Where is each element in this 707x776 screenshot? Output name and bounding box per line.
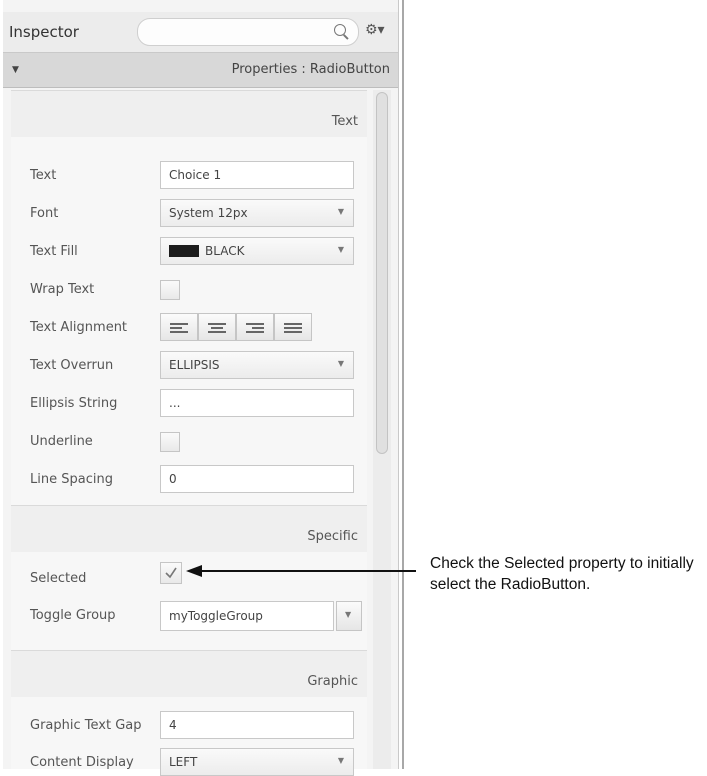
font-label: Font (30, 206, 59, 221)
wrap-text-label: Wrap Text (30, 282, 95, 297)
panel-divider[interactable] (402, 0, 404, 769)
text-overrun-combo[interactable]: ELLIPSIS ▼ (160, 351, 354, 379)
inspector-title: Inspector (9, 23, 79, 41)
ellipsis-string-label: Ellipsis String (30, 396, 118, 411)
text-fill-combo[interactable]: BLACK ▼ (160, 237, 354, 265)
collapse-triangle-icon[interactable]: ▼ (12, 65, 19, 75)
text-overrun-label: Text Overrun (30, 358, 114, 373)
text-alignment-group (160, 313, 314, 341)
line-spacing-label: Line Spacing (30, 472, 113, 487)
text-fill-label: Text Fill (30, 244, 78, 259)
section-text-label: Text (331, 114, 358, 129)
align-left-icon (170, 322, 190, 334)
search-input[interactable] (137, 18, 359, 46)
graphic-text-gap-label: Graphic Text Gap (30, 718, 142, 733)
inspector-panel: Inspector ⚙▾ ▼ Properties : RadioButton … (3, 0, 399, 776)
callout-text: Check the Selected property to initially… (430, 555, 694, 593)
checkmark-icon (165, 567, 177, 579)
section-graphic: Graphic (11, 650, 367, 698)
selected-label: Selected (30, 571, 87, 586)
content-display-combo[interactable]: LEFT ▼ (160, 748, 354, 776)
font-combo[interactable]: System 12px ▼ (160, 199, 354, 227)
text-label: Text (30, 168, 57, 183)
callout-arrow-line (200, 570, 416, 572)
properties-scroll-area: Text Text Choice 1 Font System 12px ▼ Te… (11, 90, 367, 776)
graphic-text-gap-value: 4 (169, 718, 177, 732)
section-text: Text (11, 90, 367, 138)
align-center-icon (208, 322, 228, 334)
inspector-header: Inspector ⚙▾ (3, 12, 398, 53)
toggle-group-field[interactable]: myToggleGroup (160, 601, 334, 631)
properties-header[interactable]: ▼ Properties : RadioButton (3, 53, 398, 88)
selected-checkbox[interactable] (160, 562, 182, 584)
align-left-button[interactable] (160, 313, 198, 341)
text-field-value: Choice 1 (169, 168, 222, 182)
content-display-label: Content Display (30, 755, 134, 770)
color-swatch (169, 245, 199, 257)
chevron-down-icon: ▼ (337, 245, 344, 254)
content-display-value: LEFT (169, 755, 198, 769)
text-alignment-label: Text Alignment (30, 320, 128, 335)
align-justify-button[interactable] (274, 313, 312, 341)
gear-menu-icon[interactable]: ⚙▾ (365, 22, 385, 38)
chevron-down-icon: ▼ (337, 207, 344, 216)
section-specific-label: Specific (307, 529, 358, 544)
graphic-properties-block: Graphic Text Gap 4 Content Display LEFT … (11, 697, 367, 776)
align-center-button[interactable] (198, 313, 236, 341)
underline-checkbox[interactable] (160, 432, 180, 452)
chevron-down-icon: ▼ (337, 359, 344, 368)
text-properties-block: Text Choice 1 Font System 12px ▼ Text Fi… (11, 137, 367, 505)
chevron-down-icon: ▼ (337, 756, 344, 765)
chevron-down-icon: ▼ (345, 610, 352, 619)
line-spacing-field[interactable]: 0 (160, 465, 354, 493)
wrap-text-checkbox[interactable] (160, 280, 180, 300)
text-field[interactable]: Choice 1 (160, 161, 354, 189)
text-overrun-value: ELLIPSIS (169, 358, 220, 372)
ellipsis-string-value: ... (169, 396, 181, 410)
section-specific: Specific (11, 505, 367, 553)
align-justify-icon (284, 322, 304, 334)
toggle-group-dropdown-button[interactable]: ▼ (336, 601, 362, 631)
line-spacing-value: 0 (169, 472, 177, 486)
graphic-text-gap-field[interactable]: 4 (160, 711, 354, 739)
section-graphic-label: Graphic (307, 674, 358, 689)
underline-label: Underline (30, 434, 93, 449)
scrollbar-thumb[interactable] (376, 92, 388, 454)
ellipsis-string-field[interactable]: ... (160, 389, 354, 417)
align-right-button[interactable] (236, 313, 274, 341)
search-icon[interactable] (334, 24, 346, 36)
text-fill-value: BLACK (169, 244, 244, 258)
align-right-icon (246, 322, 266, 334)
toggle-group-value: myToggleGroup (169, 609, 263, 623)
toggle-group-label: Toggle Group (30, 608, 116, 623)
text-fill-value-label: BLACK (205, 244, 245, 258)
properties-title: Properties : RadioButton (231, 62, 390, 77)
font-combo-value: System 12px (169, 206, 248, 220)
